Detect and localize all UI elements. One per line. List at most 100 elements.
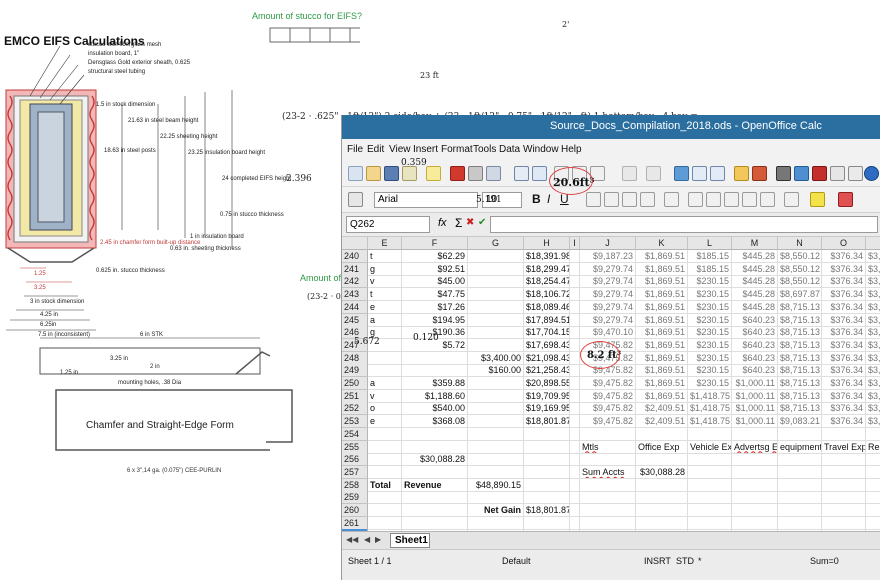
- cell[interactable]: o: [368, 402, 402, 416]
- cell[interactable]: [778, 491, 822, 505]
- cell[interactable]: $8,715.13: [778, 326, 822, 340]
- row-header[interactable]: 250: [342, 377, 368, 390]
- cell[interactable]: [468, 288, 524, 302]
- new-document-icon[interactable]: [348, 166, 363, 181]
- cell[interactable]: t: [368, 288, 402, 302]
- cell[interactable]: [368, 338, 402, 352]
- cell[interactable]: $9,279.74: [580, 313, 636, 327]
- cell[interactable]: equipment: [778, 440, 822, 454]
- cell[interactable]: $376.34: [822, 351, 866, 365]
- chart-icon[interactable]: [734, 166, 749, 181]
- menu-format[interactable]: Format: [441, 144, 473, 155]
- cell[interactable]: $19,169.95: [524, 402, 570, 416]
- cell[interactable]: $62.29: [402, 250, 468, 263]
- print-icon[interactable]: [468, 166, 483, 181]
- cell[interactable]: [570, 402, 580, 416]
- page-style[interactable]: Default: [502, 556, 531, 566]
- cell[interactable]: $230.15: [688, 326, 732, 340]
- cell[interactable]: $185.15: [688, 262, 732, 276]
- cancel-icon[interactable]: ✖: [466, 217, 474, 228]
- cell[interactable]: $9,475.82: [580, 351, 636, 365]
- cell[interactable]: $21,258.43: [524, 364, 570, 378]
- underline-button[interactable]: U: [560, 192, 569, 206]
- cell[interactable]: [570, 377, 580, 390]
- cell[interactable]: [570, 427, 580, 441]
- cell[interactable]: $8,715.13: [778, 313, 822, 327]
- cell[interactable]: [524, 453, 570, 467]
- cell[interactable]: [368, 364, 402, 378]
- row-header[interactable]: 243: [342, 288, 368, 302]
- cell[interactable]: [402, 465, 468, 479]
- add-decimal-icon[interactable]: [742, 192, 757, 207]
- cell[interactable]: [580, 427, 636, 441]
- cell[interactable]: [636, 478, 688, 492]
- cell[interactable]: $3,824.5: [866, 377, 880, 390]
- cell[interactable]: [570, 389, 580, 403]
- cell[interactable]: [866, 453, 880, 467]
- cell[interactable]: $9,475.82: [580, 377, 636, 390]
- cell[interactable]: [468, 313, 524, 327]
- column-header[interactable]: G: [468, 237, 524, 250]
- cell[interactable]: a: [368, 313, 402, 327]
- cell[interactable]: $8,715.13: [778, 351, 822, 365]
- cell[interactable]: $18,391.98: [524, 250, 570, 263]
- menu-insert[interactable]: Insert: [413, 144, 438, 155]
- cell[interactable]: g: [368, 326, 402, 340]
- cell[interactable]: [732, 427, 778, 441]
- export-pdf-icon[interactable]: [450, 166, 465, 181]
- cell[interactable]: Office Exp: [636, 440, 688, 454]
- cell[interactable]: $8,550.12: [778, 275, 822, 289]
- cell[interactable]: [822, 504, 866, 517]
- cell[interactable]: $3,824.5: [866, 250, 880, 263]
- row-header[interactable]: 252: [342, 402, 368, 416]
- cell[interactable]: [580, 504, 636, 517]
- cell[interactable]: $30,088.28: [402, 453, 468, 467]
- cell[interactable]: [778, 453, 822, 467]
- cell[interactable]: $3,824.5: [866, 364, 880, 378]
- cell[interactable]: [688, 453, 732, 467]
- cell[interactable]: $8,715.13: [778, 364, 822, 378]
- next-sheet-icon[interactable]: ▶: [375, 535, 381, 544]
- sum-icon[interactable]: Σ: [455, 216, 462, 230]
- styles-icon[interactable]: [348, 192, 363, 207]
- cell[interactable]: [402, 364, 468, 378]
- cell[interactable]: [468, 402, 524, 416]
- cell[interactable]: $640.23: [732, 326, 778, 340]
- cell[interactable]: $1,869.51: [636, 288, 688, 302]
- cell[interactable]: [778, 427, 822, 441]
- cell[interactable]: [778, 465, 822, 479]
- edit-file-icon[interactable]: [426, 166, 441, 181]
- align-left-icon[interactable]: [586, 192, 601, 207]
- cell[interactable]: [636, 427, 688, 441]
- cell[interactable]: [822, 427, 866, 441]
- cell[interactable]: t: [368, 250, 402, 263]
- cell[interactable]: $1,418.75: [688, 402, 732, 416]
- cell[interactable]: [866, 428, 880, 441]
- row-header[interactable]: 255: [342, 440, 368, 454]
- cell[interactable]: $230.15: [688, 364, 732, 378]
- cell[interactable]: [822, 491, 866, 505]
- column-header[interactable]: O: [822, 237, 866, 250]
- save-icon[interactable]: [384, 166, 399, 181]
- title-bar[interactable]: Source_Docs_Compilation_2018.ods - OpenO…: [342, 115, 880, 139]
- select-all-corner[interactable]: [342, 237, 368, 250]
- cell[interactable]: $3,824.5: [866, 352, 880, 365]
- cell[interactable]: $3,824.5: [866, 275, 880, 289]
- cell[interactable]: $640.23: [732, 351, 778, 365]
- cell[interactable]: $1,869.51: [636, 313, 688, 327]
- cell[interactable]: $1,869.51: [636, 338, 688, 352]
- column-header[interactable]: P: [866, 237, 880, 250]
- cell[interactable]: [866, 491, 880, 505]
- cell[interactable]: [688, 516, 732, 530]
- menu-data[interactable]: Data: [499, 144, 520, 155]
- cell[interactable]: v: [368, 275, 402, 289]
- cell[interactable]: v: [368, 389, 402, 403]
- menu-edit[interactable]: Edit: [367, 144, 384, 155]
- cell[interactable]: $8,715.13: [778, 338, 822, 352]
- cell[interactable]: Travel Exp: [822, 440, 866, 454]
- cell[interactable]: $18,254.47: [524, 275, 570, 289]
- cell[interactable]: $18,299.47: [524, 262, 570, 276]
- currency-format-icon[interactable]: [706, 192, 721, 207]
- cell[interactable]: $3,824.5: [866, 402, 880, 416]
- cell[interactable]: $1,869.51: [636, 250, 688, 263]
